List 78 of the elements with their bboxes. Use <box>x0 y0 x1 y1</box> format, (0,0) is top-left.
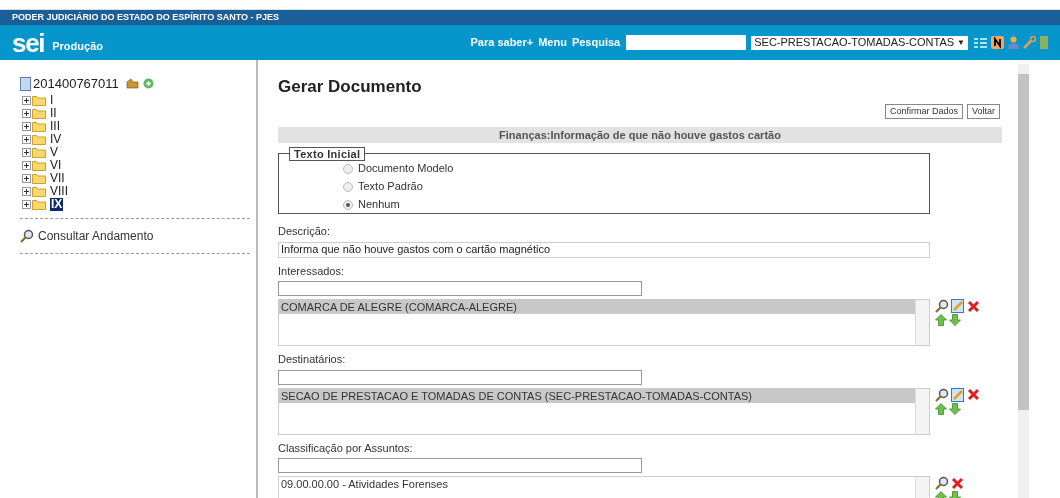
folder-label[interactable]: I <box>50 93 54 107</box>
expand-icon[interactable] <box>22 186 31 196</box>
field-label: Classificação por Assuntos: <box>278 440 414 456</box>
field-label: Descrição: <box>278 224 331 239</box>
folder-label[interactable]: V <box>50 145 58 159</box>
list-scrollbar[interactable] <box>915 388 929 434</box>
edit-icon[interactable] <box>951 299 965 313</box>
radio-button[interactable] <box>343 163 353 174</box>
list-scrollbar[interactable] <box>915 300 929 345</box>
search-field[interactable] <box>278 458 642 473</box>
expand-icon[interactable] <box>22 121 31 131</box>
selected-list[interactable]: SECAO DE PRESTACAO E TOMADAS DE CONTAS (SEC-PRESTACAO-TOMADAS-CONTAS) <box>278 387 930 435</box>
unit-select[interactable]: SEC-PRESTACAO-TOMADAS-CONTAS ▼ <box>751 35 968 50</box>
folder-icon <box>32 172 46 184</box>
search-icon[interactable] <box>935 387 949 402</box>
folder-label[interactable]: III <box>50 119 60 133</box>
description-field[interactable]: Informa que não houve gastos com o cartão magnético <box>278 241 930 258</box>
folder-label[interactable]: VI <box>50 158 62 172</box>
process-number[interactable]: 201400767011 <box>33 74 119 94</box>
arrow-up-icon[interactable] <box>935 314 947 326</box>
edit-icon[interactable] <box>951 387 965 402</box>
expand-icon[interactable] <box>22 173 31 183</box>
page-title: Gerar Documento <box>278 77 423 97</box>
folder-label[interactable]: IV <box>50 132 62 146</box>
organization-title: PODER JUDICIÁRIO DO ESTADO DO ESPÍRITO SANTO - PJES <box>12 10 280 24</box>
environment-label: Produção <box>52 39 103 55</box>
document-type-bar: Finanças:Informação de que não houve gastos cartão <box>278 127 1002 143</box>
radio-label: Nenhum <box>358 197 400 213</box>
expand-icon[interactable] <box>22 134 31 144</box>
list-item[interactable]: SECAO DE PRESTACAO E TOMADAS DE CONTAS (SEC-PRESTACAO-TOMADAS-CONTAS) <box>279 388 915 403</box>
radio-button[interactable] <box>343 181 353 192</box>
field-label: Interessados: <box>278 263 346 279</box>
folder-icon <box>32 120 46 132</box>
folder-icon <box>32 94 46 106</box>
folder-label[interactable]: II <box>50 106 57 120</box>
expand-icon[interactable] <box>22 160 31 170</box>
search-field[interactable] <box>278 369 642 385</box>
folder-icon <box>32 107 46 119</box>
form-button[interactable]: Confirmar Dados <box>884 104 963 119</box>
folder-icon <box>32 198 46 210</box>
folder-label[interactable]: IX <box>50 197 64 211</box>
remove-icon[interactable] <box>951 476 964 490</box>
page-scrollbar[interactable] <box>1018 64 1029 498</box>
add-icon[interactable] <box>142 78 154 90</box>
radio-button[interactable] <box>343 199 353 210</box>
document-icon <box>20 76 31 91</box>
fieldset-legend: Texto Inicial <box>289 147 366 161</box>
list-item[interactable]: COMARCA DE ALEGRE (COMARCA-ALEGRE) <box>279 300 915 314</box>
form-button[interactable]: Voltar <box>967 104 1000 119</box>
folder-icon <box>32 185 46 197</box>
list-icon[interactable] <box>974 36 987 49</box>
list-item[interactable]: 09.00.00.00 - Atividades Forenses <box>279 477 915 491</box>
expand-icon[interactable] <box>22 147 31 157</box>
arrow-down-icon[interactable] <box>949 314 961 326</box>
arrow-up-icon[interactable] <box>935 402 947 415</box>
radio-label: Texto Padrão <box>358 179 423 195</box>
notification-icon[interactable] <box>991 36 1004 49</box>
selected-list[interactable]: COMARCA DE ALEGRE (COMARCA-ALEGRE) <box>278 299 930 346</box>
search-icon[interactable] <box>935 299 949 313</box>
search-field[interactable] <box>626 35 747 50</box>
folder-label[interactable]: VII <box>50 171 65 185</box>
search-icon[interactable] <box>935 476 949 490</box>
remove-icon[interactable] <box>967 388 980 401</box>
folder-icon <box>32 159 46 171</box>
history-link[interactable]: Consultar Andamento <box>38 226 154 245</box>
field-label: Destinatários: <box>278 352 347 367</box>
expand-icon[interactable] <box>22 95 31 105</box>
expand-icon[interactable] <box>22 199 31 209</box>
search-icon[interactable] <box>20 228 34 243</box>
folder-icon <box>32 133 46 145</box>
folder-icon <box>32 146 46 158</box>
radio-label: Documento Modelo <box>358 161 454 177</box>
selected-list[interactable]: 09.00.00.00 - Atividades Forenses <box>278 476 930 498</box>
arrow-down-icon[interactable] <box>949 402 961 415</box>
folder-label[interactable]: VIII <box>50 184 68 198</box>
expand-icon[interactable] <box>22 108 31 118</box>
remove-icon[interactable] <box>967 299 980 313</box>
search-field[interactable] <box>278 281 642 296</box>
